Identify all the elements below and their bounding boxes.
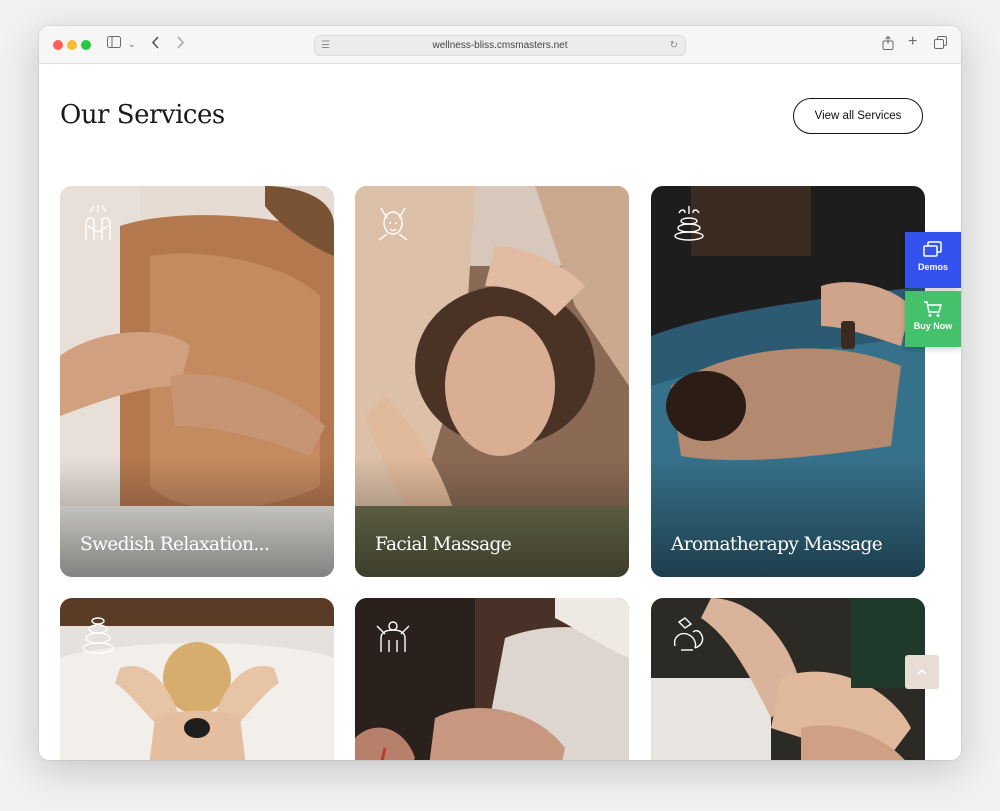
hand-massage-icon (673, 617, 704, 651)
cart-icon (924, 301, 942, 317)
facial-massage-icon (378, 207, 408, 241)
browser-toolbar: ⌄ ☰ wellness-bliss.cmsmasters.net ↻ + (39, 26, 961, 64)
service-card-hand[interactable] (651, 598, 925, 760)
shoulder-massage-icon (376, 621, 410, 652)
sidebar-toggle-icon[interactable] (107, 36, 121, 52)
chevron-down-icon[interactable]: ⌄ (128, 36, 136, 52)
page-settings-icon[interactable]: ☰ (321, 36, 330, 55)
service-card-swedish[interactable]: Swedish Relaxation... (60, 186, 334, 577)
demos-icon (923, 241, 942, 257)
scroll-to-top-button[interactable] (905, 655, 939, 689)
card-overlay (60, 457, 334, 577)
share-icon[interactable] (882, 35, 894, 54)
chevron-up-icon (917, 668, 927, 675)
service-title: Facial Massage (375, 534, 512, 555)
demos-button[interactable]: Demos (905, 232, 961, 288)
back-icon[interactable] (151, 36, 160, 53)
service-card-shoulder[interactable] (355, 598, 629, 760)
close-window-button[interactable] (53, 40, 63, 50)
service-card-facial[interactable]: Facial Massage (355, 186, 629, 577)
service-title: Swedish Relaxation... (80, 534, 270, 555)
card-overlay (651, 457, 925, 577)
massage-back-icon (85, 205, 111, 240)
hot-stones-icon (82, 617, 114, 654)
reload-icon[interactable]: ↻ (670, 36, 678, 55)
address-bar[interactable]: ☰ wellness-bliss.cmsmasters.net ↻ (314, 35, 686, 56)
service-card-aromatherapy[interactable]: Aromatherapy Massage (651, 186, 925, 577)
page-title: Our Services (60, 100, 225, 130)
minimize-window-button[interactable] (67, 40, 77, 50)
aroma-stones-icon (674, 206, 704, 241)
view-all-services-button[interactable]: View all Services (793, 98, 923, 134)
service-title: Aromatherapy Massage (671, 534, 883, 555)
buy-now-label: Buy Now (913, 321, 953, 331)
service-card-hot-stones[interactable] (60, 598, 334, 760)
address-url: wellness-bliss.cmsmasters.net (432, 40, 568, 51)
new-tab-icon[interactable]: + (908, 34, 917, 50)
demos-label: Demos (917, 262, 948, 272)
browser-window: ⌄ ☰ wellness-bliss.cmsmasters.net ↻ + Ou… (39, 26, 961, 760)
tab-overview-icon[interactable] (934, 36, 947, 53)
zoom-window-button[interactable] (81, 40, 91, 50)
forward-icon[interactable] (176, 36, 185, 53)
card-overlay (355, 457, 629, 577)
buy-now-button[interactable]: Buy Now (905, 291, 961, 347)
